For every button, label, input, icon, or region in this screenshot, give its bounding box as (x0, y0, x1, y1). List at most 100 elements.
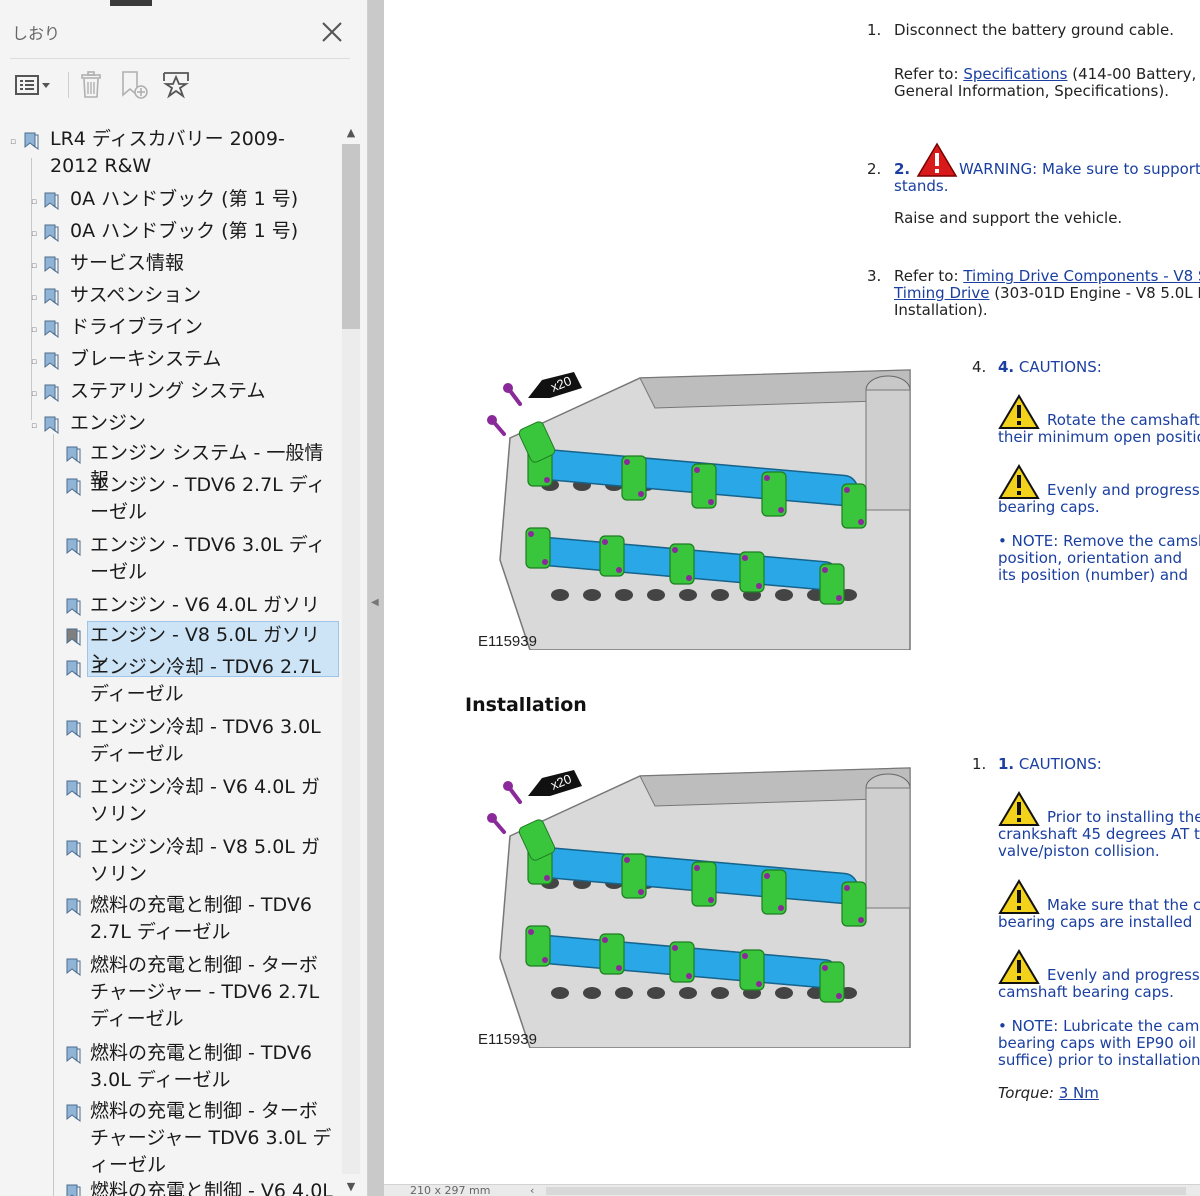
caution-icon (998, 464, 1040, 499)
bookmark-item[interactable]: ▫ サスペンション (0, 282, 340, 310)
collapse-toggle-icon[interactable]: ▫ (31, 198, 37, 207)
caution-icon (998, 949, 1040, 984)
scroll-left-icon[interactable]: ‹ (530, 1184, 534, 1196)
bookmark-icon (24, 132, 39, 150)
bookmark-label: 燃料の充電と制御 - ターボチャージャー TDV6 3.0L ディーゼル (90, 1100, 332, 1176)
bookmarks-panel: しおり ▫ LR4 ディスカバリー 2009-2012 R&W ▫ 0A ハンド… (0, 0, 368, 1196)
bookmark-label: エンジン冷却 - TDV6 2.7L ディーゼル (90, 656, 321, 705)
collapse-toggle-icon[interactable]: ▫ (31, 294, 37, 303)
specifications-link[interactable]: Specifications (963, 65, 1067, 83)
bookmark-item[interactable]: 燃料の充電と制御 - TDV6 2.7L ディーゼル (0, 892, 340, 948)
bookmark-label: サスペンション (70, 284, 202, 306)
timing-drive-components-link[interactable]: Timing Drive Components - V8 S/C 5.0L Pe… (963, 267, 1200, 285)
bookmark-item[interactable]: ▫ ステアリング システム (0, 378, 340, 406)
collapse-toggle-icon[interactable]: ▫ (31, 262, 37, 271)
install-caution-b: Make sure that the camshaft (1047, 896, 1200, 914)
camshaft-figure-installation: x20 E115939 (470, 758, 920, 1048)
bookmark-label: 燃料の充電と制御 - TDV6 2.7L ディーゼル (90, 894, 312, 943)
install-caution-c: Evenly and progressively tighten the (1047, 966, 1200, 984)
bookmark-item[interactable]: 燃料の充電と制御 - ターボチャージャー TDV6 3.0L ディーゼル (0, 1098, 340, 1180)
ref-rest: (414-00 Battery, Mounting and Cables - (1072, 65, 1200, 83)
delete-bookmark-button[interactable] (74, 68, 108, 102)
sidebar-scrollbar[interactable]: ▲ ▼ (340, 122, 360, 1196)
collapse-toggle-icon[interactable]: ▫ (31, 230, 37, 239)
bookmark-label: エンジン冷却 - V8 5.0L ガソリン (90, 836, 320, 885)
step-1-ref: Refer to: Specifications (414-00 Battery… (894, 66, 1200, 83)
bookmark-icon (44, 352, 59, 370)
close-panel-button[interactable] (318, 18, 346, 46)
bookmark-icon (44, 320, 59, 338)
bookmark-icon (66, 720, 81, 738)
bookmark-item[interactable]: エンジン冷却 - V6 4.0L ガソリン (0, 774, 340, 830)
bookmark-label: エンジン - TDV6 2.7L ディーゼル (90, 474, 326, 523)
new-bookmark-button[interactable] (116, 68, 152, 102)
bookmark-item[interactable]: ▫ サービス情報 (0, 250, 340, 278)
bookmark-icon (66, 446, 81, 464)
close-icon (322, 22, 342, 42)
bookmark-toolbar (10, 66, 350, 104)
bookmark-icon (44, 256, 59, 274)
install-caution-a: Prior to installing the camshafts, turn … (1047, 808, 1200, 826)
bookmark-item[interactable]: エンジン冷却 - V8 5.0L ガソリン (0, 834, 340, 890)
bookmark-icon (66, 780, 81, 798)
document-page: 1. Disconnect the battery ground cable. … (384, 0, 1200, 1196)
bookmark-icon (66, 538, 81, 556)
timing-drive-link[interactable]: Timing Drive (894, 284, 989, 302)
scroll-down-icon[interactable]: ▼ (342, 1178, 360, 1196)
note-a-line3: its position (number) and (998, 566, 1189, 584)
bookmark-label: ドライブライン (70, 316, 204, 338)
options-menu-button[interactable] (12, 68, 56, 102)
status-bar: 210 x 297 mm ‹ (384, 1184, 1200, 1196)
caution-a: Rotate the camshafts to (1047, 411, 1200, 429)
collapse-toggle-icon[interactable]: ▫ (31, 326, 37, 335)
bookmark-item[interactable]: エンジン冷却 - TDV6 2.7L ディーゼル (0, 654, 340, 710)
install-step-1-cautions: 1. CAUTIONS: (998, 756, 1102, 773)
engine-camshaft-illustration: x20 (487, 767, 911, 1048)
caution-icon (998, 879, 1040, 914)
scroll-up-icon[interactable]: ▲ (342, 124, 360, 142)
collapse-arrow-icon[interactable]: ◀ (371, 597, 379, 608)
bookmark-item[interactable]: ▫ 0A ハンドブック (第 1 号) (0, 218, 340, 246)
collapse-toggle-icon[interactable]: ▫ (31, 422, 37, 431)
horizontal-scroll-track[interactable] (546, 1187, 1186, 1195)
step-4-bold-number: 4. (998, 358, 1015, 376)
bookmark-item[interactable]: ▫ 0A ハンドブック (第 1 号) (0, 186, 340, 214)
torque-value-link[interactable]: 3 Nm (1059, 1084, 1099, 1102)
bookmark-item[interactable]: ▫ LR4 ディスカバリー 2009-2012 R&W (0, 126, 340, 180)
bookmark-item[interactable]: 燃料の充電と制御 - ターボチャージャー - TDV6 2.7L ディーゼル (0, 952, 340, 1034)
bookmark-item[interactable]: エンジン システム - 一般情報 (0, 440, 340, 491)
bookmark-icon (66, 478, 81, 496)
step-1-ref-line2: General Information, Specifications). (894, 82, 1169, 100)
collapse-toggle-icon[interactable]: ▫ (31, 390, 37, 399)
bookmark-item[interactable]: ▫ エンジン (0, 410, 340, 438)
panel-splitter[interactable]: ◀ (368, 0, 384, 1196)
bookmark-label: ステアリング システム (70, 380, 266, 402)
bookmark-item[interactable]: ▫ ドライブライン (0, 314, 340, 342)
caution-b: Evenly and progressively loosen the (1047, 481, 1200, 499)
figure-id: E115939 (478, 1031, 537, 1048)
caution-b-line2: bearing caps. (998, 498, 1100, 516)
bookmark-item[interactable]: エンジン - V6 4.0L ガソリン (0, 592, 340, 643)
collapse-toggle-icon[interactable]: ▫ (31, 358, 37, 367)
bookmark-item[interactable]: 燃料の充電と制御 - TDV6 3.0L ディーゼル (0, 1040, 340, 1096)
bookmark-item[interactable]: 燃料の充電と制御 - V6 4.0L (0, 1178, 340, 1196)
bookmark-item[interactable]: ▫ ブレーキシステム (0, 346, 340, 374)
bookmark-item[interactable]: エンジン - TDV6 2.7L ディーゼル (0, 472, 340, 528)
collapse-toggle-icon[interactable]: ▫ (10, 138, 16, 147)
caution-a-line2: their minimum open position. (998, 428, 1200, 446)
scroll-thumb[interactable] (342, 144, 360, 329)
ref-rest: (303-01D Engine - V8 5.0L Petrol, Remova… (994, 284, 1200, 302)
step-1-text: Disconnect the battery ground cable. (894, 21, 1174, 39)
step-4-cautions: 4. CAUTIONS: (998, 359, 1102, 376)
bookmark-properties-button[interactable] (158, 68, 194, 102)
bookmark-item[interactable]: エンジン冷却 - TDV6 3.0L ディーゼル (0, 714, 340, 770)
install-step-1-bold-number: 1. (998, 755, 1015, 773)
bookmark-label: 燃料の充電と制御 - ターボチャージャー - TDV6 2.7L ディーゼル (90, 954, 320, 1030)
camshaft-figure-removal: x20 E115939 (470, 360, 920, 650)
bookmark-item[interactable]: エンジン - V8 5.0L ガソリン (0, 621, 340, 677)
bookmark-item[interactable]: エンジン - TDV6 3.0L ディーゼル (0, 532, 340, 588)
page-size: 210 x 297 mm (410, 1184, 491, 1196)
engine-camshaft-illustration: x20 (487, 369, 911, 650)
cautions-label: CAUTIONS: (1018, 755, 1102, 773)
torque-label: Torque: (998, 1084, 1054, 1102)
